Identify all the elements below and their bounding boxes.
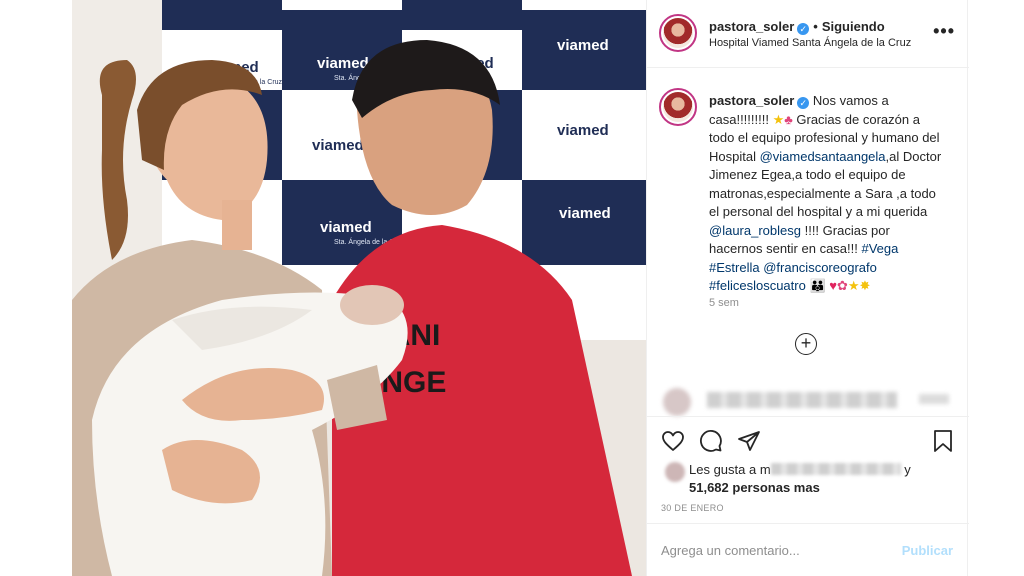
liker-initial: m (759, 462, 771, 477)
hashtag-link[interactable]: #Estrella (709, 260, 760, 275)
post-location[interactable]: Hospital Viamed Santa Ángela de la Cruz (709, 37, 911, 49)
caption-username[interactable]: pastora_soler (709, 93, 794, 108)
star-emoji-icon: ★ (772, 111, 785, 127)
separator-dot: • (813, 19, 818, 34)
likes-count[interactable]: 51,682 personas mas (689, 480, 820, 495)
liker-avatar (665, 462, 685, 482)
post-caption: pastora_soler ✓ Nos vamos a casa!!!!!!!!!… (647, 68, 969, 384)
heart-icon[interactable] (661, 429, 685, 453)
author-username[interactable]: pastora_soler (709, 19, 794, 34)
post-photo-image: viamed viamed viamed viamed viamed viame… (72, 0, 646, 576)
caption-text: pastora_soler ✓ Nos vamos a casa!!!!!!!!!… (709, 92, 943, 296)
load-more-comments-button[interactable]: + (795, 333, 817, 355)
comment-input[interactable] (661, 539, 881, 561)
blurred-comment-text (707, 392, 897, 408)
likes-summary[interactable]: Les gusta a m y 51,682 personas mas (661, 460, 961, 496)
share-icon[interactable] (737, 429, 761, 453)
publish-button[interactable]: Publicar (902, 543, 953, 558)
author-avatar[interactable] (659, 14, 697, 52)
mention-link[interactable]: @franciscoreografo (763, 260, 877, 275)
blurred-avatar (663, 388, 691, 416)
post-header: pastora_soler ✓ • Siguiendo Hospital Viamed… (647, 0, 969, 68)
following-button[interactable]: Siguiendo (822, 19, 885, 34)
likes-by-line: Les gusta a m y (689, 462, 911, 477)
blurred-liker-name (770, 463, 901, 475)
backdrop-logo: viamed (557, 37, 609, 54)
backdrop-logo: viamed (320, 219, 372, 236)
backdrop-logo: viamed (312, 137, 364, 154)
verified-badge-icon: ✓ (797, 23, 810, 35)
bookmark-icon[interactable] (931, 429, 955, 453)
mention-link[interactable]: @viamedsantaangela (760, 149, 886, 164)
heart-emoji-icon: ♥ (829, 278, 837, 293)
backdrop-logo: viamed (559, 205, 611, 222)
post-photo[interactable]: viamed viamed viamed viamed viamed viame… (72, 0, 646, 576)
more-options-icon[interactable]: ••• (933, 22, 955, 40)
post-actions-bar (647, 416, 969, 464)
bouquet-emoji-icon: ✿ (836, 278, 848, 293)
family-emoji-icon: 👪 (809, 278, 826, 293)
comment-icon[interactable] (699, 429, 723, 453)
blurred-comment (659, 384, 959, 416)
header-title-line: pastora_soler ✓ • Siguiendo (709, 19, 885, 35)
blurred-comment-meta (919, 394, 949, 404)
hashtag-link[interactable]: #felicesloscuatro (709, 278, 806, 293)
tulip-emoji-icon: ♣ (784, 111, 793, 127)
likes-suffix: y (900, 462, 911, 477)
comment-bar: Publicar (647, 523, 969, 576)
post-details-panel: pastora_soler ✓ • Siguiendo Hospital Viamed… (646, 0, 969, 576)
star-emoji-icon: ★ (847, 278, 860, 293)
backdrop-logo: viamed (317, 55, 369, 72)
verified-badge-icon: ✓ (797, 97, 810, 109)
hashtag-link[interactable]: #Vega (861, 241, 898, 256)
likes-prefix: Les gusta a (689, 462, 760, 477)
backdrop-logo: viamed (557, 122, 609, 139)
post-date: 30 DE ENERO (661, 503, 724, 513)
caption-timestamp: 5 sem (709, 297, 739, 309)
sparkle-emoji-icon: ✸ (859, 278, 871, 293)
mention-link[interactable]: @laura_roblesg (709, 223, 801, 238)
caption-author-avatar[interactable] (659, 88, 697, 126)
